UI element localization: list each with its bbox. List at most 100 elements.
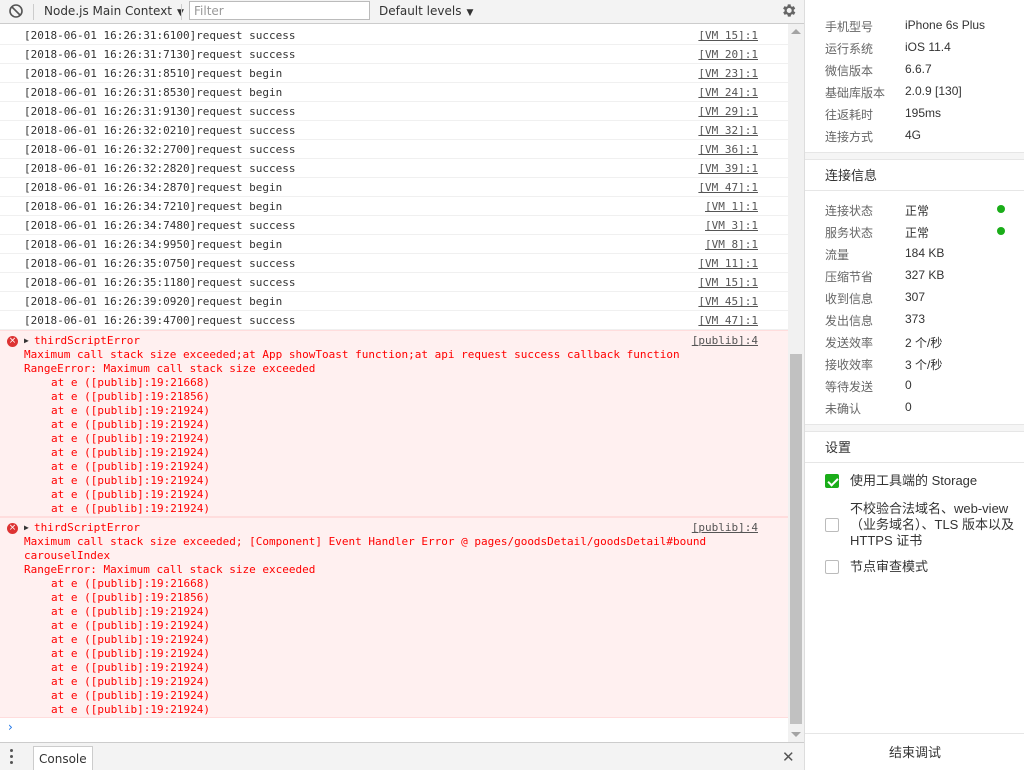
log-row: [2018-06-01 16:26:31:8530]request begin […: [0, 83, 788, 102]
error-message-line: RangeError: Maximum call stack size exce…: [24, 362, 316, 375]
info-value: 184 KB: [905, 246, 945, 260]
info-key: 接收效率: [825, 358, 874, 372]
log-message: [2018-06-01 16:26:39:4700]request succes…: [24, 314, 296, 327]
stack-frame: at e ([publib]:19:21856): [51, 390, 210, 403]
stack-frame: at e ([publib]:19:21924): [51, 446, 210, 459]
stack-frame: at e ([publib]:19:21924): [51, 689, 210, 702]
scroll-up-arrow-icon[interactable]: [791, 29, 801, 34]
stack-frame: at e ([publib]:19:21924): [51, 633, 210, 646]
log-levels-dropdown[interactable]: Default levels ▼: [379, 4, 473, 18]
section-divider: [805, 424, 1024, 432]
error-source-link[interactable]: [publib]:4: [692, 521, 758, 535]
log-source-link[interactable]: [VM 45]:1: [698, 292, 758, 311]
close-icon[interactable]: ✕: [782, 748, 795, 766]
context-selector-label: Node.js Main Context: [44, 4, 173, 18]
log-row: [2018-06-01 16:26:31:9130]request succes…: [0, 102, 788, 121]
stack-frame: at e ([publib]:19:21924): [51, 488, 210, 501]
log-source-link[interactable]: [VM 15]:1: [698, 26, 758, 45]
section-separator: [805, 462, 1024, 463]
log-row: [2018-06-01 16:26:32:2820]request succes…: [0, 159, 788, 178]
storage-checkbox[interactable]: [825, 474, 839, 488]
log-source-link[interactable]: [VM 15]:1: [698, 273, 758, 292]
skip-domain-check-label[interactable]: 不校验合法域名、web-view（业务域名）、TLS 版本以及 HTTPS 证书: [850, 501, 1015, 549]
log-row: [2018-06-01 16:26:32:2700]request succes…: [0, 140, 788, 159]
node-inspect-label[interactable]: 节点审查模式: [850, 559, 1015, 575]
error-message-line: carouselIndex: [24, 549, 111, 562]
info-key: 发送效率: [825, 336, 874, 350]
log-source-link[interactable]: [VM 20]:1: [698, 45, 758, 64]
log-source-link[interactable]: [VM 23]:1: [698, 64, 758, 83]
console-scrollbar[interactable]: [788, 24, 804, 742]
log-source-link[interactable]: [VM 39]:1: [698, 159, 758, 178]
log-row: [2018-06-01 16:26:35:0750]request succes…: [0, 254, 788, 273]
log-message: [2018-06-01 16:26:32:0210]request succes…: [24, 124, 296, 137]
log-source-link[interactable]: [VM 8]:1: [705, 235, 758, 254]
chevron-down-icon: ▼: [466, 8, 474, 18]
settings-section-title: 设置: [825, 440, 852, 455]
connection-section-title: 连接信息: [825, 168, 878, 183]
stack-frame: at e ([publib]:19:21924): [51, 502, 210, 515]
info-key: 手机型号: [825, 20, 874, 34]
tab-console[interactable]: Console: [33, 746, 93, 770]
log-source-link[interactable]: [VM 47]:1: [698, 178, 758, 197]
expand-triangle-icon[interactable]: ▶: [24, 521, 29, 535]
stack-frame: at e ([publib]:19:21924): [51, 619, 210, 632]
toolbar-divider: [33, 4, 34, 20]
log-source-link[interactable]: [VM 24]:1: [698, 83, 758, 102]
status-ok-dot: [997, 227, 1005, 235]
context-selector[interactable]: Node.js Main Context▼: [44, 4, 184, 18]
error-message-line: Maximum call stack size exceeded;at App …: [24, 348, 680, 361]
info-key: 基础库版本: [825, 86, 886, 100]
more-menu-icon[interactable]: [10, 749, 14, 765]
expand-triangle-icon[interactable]: ▶: [24, 334, 29, 348]
error-source-link[interactable]: [publib]:4: [692, 334, 758, 348]
scroll-down-arrow-icon[interactable]: [791, 732, 801, 737]
clear-console-icon[interactable]: [8, 3, 24, 19]
info-value: 6.6.7: [905, 62, 932, 76]
info-key: 连接状态: [825, 204, 874, 218]
log-message: [2018-06-01 16:26:34:7480]request succes…: [24, 219, 296, 232]
error-header[interactable]: ▶ thirdScriptError [publib]:4: [0, 518, 788, 535]
log-row: [2018-06-01 16:26:34:2870]request begin […: [0, 178, 788, 197]
info-value: 2.0.9 [130]: [905, 84, 962, 98]
log-row: [2018-06-01 16:26:31:7130]request succes…: [0, 45, 788, 64]
log-message: [2018-06-01 16:26:31:8510]request begin: [24, 67, 283, 80]
section-separator: [805, 190, 1024, 191]
log-row: [2018-06-01 16:26:34:7210]request begin […: [0, 197, 788, 216]
info-value: iPhone 6s Plus: [905, 18, 986, 32]
log-source-link[interactable]: [VM 47]:1: [698, 311, 758, 330]
log-source-link[interactable]: [VM 32]:1: [698, 121, 758, 140]
log-message: [2018-06-01 16:26:31:9130]request succes…: [24, 105, 296, 118]
info-key: 发出信息: [825, 314, 874, 328]
info-key: 收到信息: [825, 292, 874, 306]
info-key: 流量: [825, 248, 850, 262]
log-message: [2018-06-01 16:26:31:8530]request begin: [24, 86, 283, 99]
gear-icon[interactable]: [780, 2, 797, 19]
console-output[interactable]: [2018-06-01 16:26:31:6100]request succes…: [0, 26, 788, 742]
scrollbar-thumb[interactable]: [790, 354, 802, 724]
log-message: [2018-06-01 16:26:35:0750]request succes…: [24, 257, 296, 270]
info-value: 373: [905, 312, 926, 326]
log-source-link[interactable]: [VM 3]:1: [705, 216, 758, 235]
console-prompt-icon[interactable]: ›: [8, 720, 13, 734]
node-inspect-checkbox[interactable]: [825, 560, 839, 574]
storage-option-label[interactable]: 使用工具端的 Storage: [850, 473, 1015, 489]
stack-frame: at e ([publib]:19:21924): [51, 474, 210, 487]
section-divider: [805, 152, 1024, 160]
log-message: [2018-06-01 16:26:39:0920]request begin: [24, 295, 283, 308]
log-message: [2018-06-01 16:26:34:7210]request begin: [24, 200, 283, 213]
log-source-link[interactable]: [VM 29]:1: [698, 102, 758, 121]
log-row: [2018-06-01 16:26:31:8510]request begin […: [0, 64, 788, 83]
filter-input[interactable]: [189, 1, 370, 20]
info-key: 等待发送: [825, 380, 874, 394]
info-value: 4G: [905, 128, 922, 142]
log-source-link[interactable]: [VM 11]:1: [698, 254, 758, 273]
log-message: [2018-06-01 16:26:34:2870]request begin: [24, 181, 283, 194]
end-debug-button[interactable]: 结束调试: [805, 733, 1024, 770]
log-list: [2018-06-01 16:26:31:6100]request succes…: [0, 26, 788, 330]
skip-domain-check-checkbox[interactable]: [825, 518, 839, 532]
log-message: [2018-06-01 16:26:31:6100]request succes…: [24, 29, 296, 42]
log-source-link[interactable]: [VM 1]:1: [705, 197, 758, 216]
error-header[interactable]: ▶ thirdScriptError [publib]:4: [0, 331, 788, 348]
log-source-link[interactable]: [VM 36]:1: [698, 140, 758, 159]
